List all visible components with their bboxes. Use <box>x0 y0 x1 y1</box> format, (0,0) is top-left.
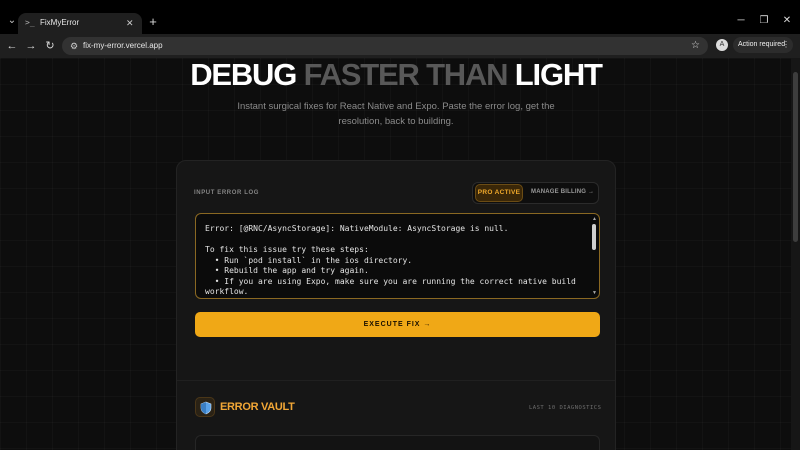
textarea-scroll-thumb[interactable] <box>592 224 596 250</box>
browser-tab[interactable]: >_ FixMyError ✕ <box>18 13 142 34</box>
minimize-icon[interactable]: ─ <box>734 14 748 28</box>
error-vault-title: ERROR VAULT <box>220 401 295 413</box>
browser-toolbar: ← → ↻ ⚙ fix-my-error.vercel.app ☆ <box>0 34 800 58</box>
plus-icon[interactable]: + <box>146 15 160 29</box>
hero-subtitle: Instant surgical fixes for React Native … <box>237 101 555 127</box>
manage-billing-link[interactable]: MANAGE BILLING → <box>531 184 594 202</box>
hero-word-debug: DEBUG <box>190 58 297 92</box>
terminal-favicon-icon: >_ <box>25 18 35 27</box>
reload-icon[interactable]: ↻ <box>43 39 57 53</box>
star-icon[interactable]: ☆ <box>691 39 700 53</box>
hero-heading: DEBUG FASTER THAN LIGHT <box>0 58 792 92</box>
section-divider <box>177 380 615 381</box>
url-text[interactable]: fix-my-error.vercel.app <box>83 40 163 52</box>
error-vault-list <box>195 435 600 450</box>
page-scroll-thumb[interactable] <box>793 72 798 242</box>
site-info-icon[interactable]: ⚙ <box>68 40 80 52</box>
browser-tab-bar: ⌄ >_ FixMyError ✕ + ─ ❐ ✕ <box>0 0 800 34</box>
close-window-icon[interactable]: ✕ <box>780 14 794 28</box>
scroll-up-icon[interactable]: ▲ <box>592 216 597 222</box>
hero-word-faster: FASTER THAN <box>303 58 509 92</box>
restore-icon[interactable]: ❐ <box>757 14 771 28</box>
error-log-text[interactable]: Error: [@RNC/AsyncStorage]: NativeModule… <box>205 224 589 298</box>
error-log-textarea[interactable]: Error: [@RNC/AsyncStorage]: NativeModule… <box>195 213 600 299</box>
scroll-down-icon[interactable]: ▼ <box>592 290 597 296</box>
hero-word-light: LIGHT <box>514 58 603 92</box>
tab-title: FixMyError <box>40 18 80 27</box>
profile-avatar[interactable]: A <box>716 39 728 51</box>
plan-controls: PRO ACTIVE MANAGE BILLING → <box>472 182 599 204</box>
shield-icon <box>195 397 215 417</box>
kebab-menu-icon[interactable]: ⋮ <box>782 39 790 51</box>
input-error-log-label: INPUT ERROR LOG <box>194 190 260 196</box>
close-icon[interactable]: ✕ <box>126 17 134 29</box>
pro-active-badge: PRO ACTIVE <box>475 184 523 202</box>
action-required-button[interactable]: Action required ⋮ <box>733 37 793 53</box>
input-card: INPUT ERROR LOG PRO ACTIVE MANAGE BILLIN… <box>176 160 616 450</box>
action-required-label: Action required <box>738 41 786 48</box>
back-icon[interactable]: ← <box>5 39 19 53</box>
forward-icon[interactable]: → <box>24 39 38 53</box>
address-bar[interactable]: ⚙ fix-my-error.vercel.app ☆ <box>62 37 708 55</box>
page-content: DEBUG FASTER THAN LIGHT Instant surgical… <box>0 58 800 450</box>
execute-fix-button[interactable]: EXECUTE FIX → <box>195 312 600 337</box>
last-diagnostics-label: LAST 10 DIAGNOSTICS <box>529 405 602 411</box>
